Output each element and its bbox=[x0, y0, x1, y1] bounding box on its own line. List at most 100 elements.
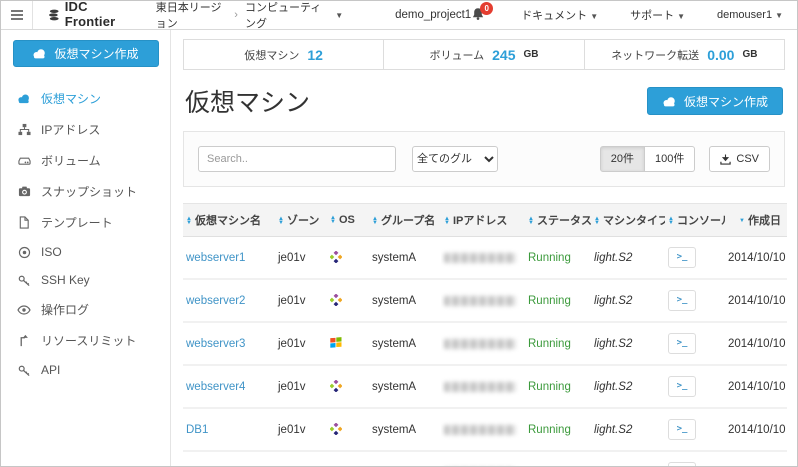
os-cell bbox=[327, 236, 369, 280]
table-row: DB2je01v systemARunninglight.S2>_2014/10… bbox=[183, 451, 787, 466]
machine-type-cell: light.S2 bbox=[591, 408, 665, 452]
console-button[interactable]: >_ bbox=[668, 333, 696, 354]
console-button[interactable]: >_ bbox=[668, 462, 696, 466]
hamburger-menu-icon[interactable] bbox=[1, 1, 34, 29]
status-cell: Running bbox=[525, 365, 591, 409]
breadcrumb-section[interactable]: コンピューティング bbox=[245, 1, 325, 31]
sidebar: 仮想マシン作成 仮想マシン IPアドレス ボリューム スナップショット テンプレ… bbox=[1, 30, 171, 466]
console-cell: >_ bbox=[665, 408, 725, 452]
chevron-down-icon: ▼ bbox=[775, 11, 783, 20]
console-button[interactable]: >_ bbox=[668, 419, 696, 440]
console-button[interactable]: >_ bbox=[668, 290, 696, 311]
project-name[interactable]: demo_project1 bbox=[395, 9, 471, 21]
table-row: webserver4 je01v systemA Running light.S2 >_… bbox=[183, 365, 787, 409]
menu-support[interactable]: サポート ▼ bbox=[630, 7, 685, 23]
download-icon bbox=[720, 153, 732, 165]
usage-stats-bar: 仮想マシン 12 ボリューム 245 GB ネットワーク転送 0.00 GB bbox=[183, 39, 785, 70]
status-cell: Running bbox=[525, 451, 591, 466]
status-cell: Running bbox=[525, 408, 591, 452]
page-title: 仮想マシン bbox=[185, 89, 311, 117]
chevron-down-icon: ▼ bbox=[677, 12, 686, 21]
page-size-100-button[interactable]: 100件 bbox=[645, 146, 696, 172]
zone-cell: je01v bbox=[275, 451, 327, 466]
ip-address-redacted bbox=[444, 295, 516, 306]
created-date-cell: 2014/10/08 bbox=[725, 451, 787, 466]
sort-desc-icon: ▼ bbox=[739, 217, 745, 224]
vm-table-body: webserver1 je01v systemA Running light.S2 >_… bbox=[183, 236, 787, 466]
csv-download-button[interactable]: CSV bbox=[709, 146, 770, 172]
group-cell: systemA bbox=[369, 365, 441, 409]
windows-logo-icon bbox=[330, 337, 342, 349]
stat-volumes: ボリューム 245 GB bbox=[383, 40, 583, 69]
vm-name-link[interactable]: webserver4 bbox=[186, 381, 245, 393]
notification-badge: 0 bbox=[480, 1, 494, 15]
table-header-row: ▲ ▼ 仮想マシン名 ▲ ▼ ゾーン ▲ ▼ OS ▲ ▼ グループ名 ▲ ▼ IPアドレス ▲ ▼ ス… bbox=[183, 203, 787, 237]
console-button[interactable]: >_ bbox=[668, 247, 696, 268]
sidebar-item-volumes[interactable]: ボリューム bbox=[1, 145, 170, 176]
menu-documents[interactable]: ドキュメント ▼ bbox=[521, 7, 598, 23]
menu-user[interactable]: demouser1 ▼ bbox=[717, 9, 783, 21]
column-header-console[interactable]: ▲▼コンソール bbox=[665, 203, 725, 237]
group-filter-select[interactable]: 全てのグル bbox=[412, 146, 498, 172]
sort-icon: ▲ ▼ bbox=[278, 215, 284, 227]
sidebar-item-ssh-key[interactable]: SSH Key bbox=[1, 266, 170, 294]
create-vm-button[interactable]: 仮想マシン作成 bbox=[646, 87, 783, 115]
sort-icon: ▲ ▼ bbox=[444, 215, 450, 227]
column-header-group[interactable]: ▲ ▼ グループ名 bbox=[369, 203, 441, 237]
created-date-cell: 2014/10/10 bbox=[725, 236, 787, 280]
machine-type-cell: light.S2 bbox=[591, 365, 665, 409]
main-content: 仮想マシン 12 ボリューム 245 GB ネットワーク転送 0.00 GB 仮… bbox=[171, 30, 797, 466]
centos-logo-icon bbox=[330, 251, 342, 264]
vm-name-link[interactable]: webserver2 bbox=[186, 295, 245, 307]
breadcrumb-region[interactable]: 東日本リージョン bbox=[156, 1, 228, 31]
page-size-20-button[interactable]: 20件 bbox=[599, 146, 646, 172]
top-navbar: IDC Frontier 東日本リージョン › コンピューティング ▼ demo… bbox=[1, 1, 797, 31]
column-header-status[interactable]: ▲ ▼ ステータス bbox=[525, 203, 591, 237]
filter-panel: 全てのグル 20件 100件 CSV bbox=[183, 131, 785, 187]
status-cell: Running bbox=[525, 279, 591, 323]
stat-network-transfer: ネットワーク転送 0.00 GB bbox=[583, 40, 784, 69]
sidebar-item-operation-log[interactable]: 操作ログ bbox=[1, 294, 170, 325]
console-cell: >_ bbox=[665, 365, 725, 409]
zone-cell: je01v bbox=[275, 408, 327, 452]
column-header-ip[interactable]: ▲ ▼ IPアドレス bbox=[441, 203, 525, 237]
column-header-zone[interactable]: ▲ ▼ ゾーン bbox=[275, 203, 327, 237]
notifications-button[interactable]: 0 bbox=[471, 1, 494, 24]
table-row: DB1 je01v systemA Running light.S2 >_ 2014/10… bbox=[183, 408, 787, 452]
sort-icon: ▲ ▼ bbox=[528, 215, 534, 227]
zone-cell: je01v bbox=[275, 322, 327, 366]
vm-name-link[interactable]: DB1 bbox=[186, 424, 208, 436]
column-header-os[interactable]: ▲ ▼ OS bbox=[327, 203, 369, 237]
sidebar-item-api[interactable]: API bbox=[1, 356, 170, 384]
column-header-machine-type[interactable]: ▲ ▼ マシンタイプ bbox=[591, 203, 665, 237]
created-date-cell: 2014/10/10 bbox=[725, 322, 787, 366]
idc-frontier-logo[interactable]: IDC Frontier bbox=[47, 1, 130, 31]
column-header-created[interactable]: ▼ 作成日 bbox=[725, 203, 787, 237]
machine-type-cell: light.S2 bbox=[591, 236, 665, 280]
vm-name-link[interactable]: webserver3 bbox=[186, 338, 245, 350]
column-header-vm-name[interactable]: ▲ ▼ 仮想マシン名 bbox=[183, 203, 275, 237]
group-cell: systemA bbox=[369, 408, 441, 452]
file-icon bbox=[17, 216, 31, 229]
sidebar-item-ip-addresses[interactable]: IPアドレス bbox=[1, 114, 170, 145]
sidebar-item-resource-limit[interactable]: リソースリミット bbox=[1, 325, 170, 356]
cloud-icon bbox=[663, 96, 675, 106]
console-button[interactable]: >_ bbox=[668, 376, 696, 397]
group-cell: systemA bbox=[369, 236, 441, 280]
console-cell: >_ bbox=[665, 322, 725, 366]
eye-icon bbox=[17, 304, 31, 315]
search-input[interactable] bbox=[198, 146, 396, 172]
centos-logo-icon bbox=[330, 294, 342, 307]
sidebar-item-iso[interactable]: ISO bbox=[1, 238, 170, 266]
vm-name-link[interactable]: webserver1 bbox=[186, 252, 245, 264]
sidebar-item-snapshots[interactable]: スナップショット bbox=[1, 176, 170, 207]
created-date-cell: 2014/10/10 bbox=[725, 408, 787, 452]
sidebar-item-virtual-machines[interactable]: 仮想マシン bbox=[1, 83, 170, 114]
stat-virtual-machines: 仮想マシン 12 bbox=[244, 46, 323, 63]
key-icon bbox=[17, 364, 31, 377]
create-vm-button-sidebar[interactable]: 仮想マシン作成 bbox=[12, 40, 159, 67]
sidebar-item-templates[interactable]: テンプレート bbox=[1, 207, 170, 238]
hdd-icon bbox=[17, 154, 31, 167]
machine-type-cell: light.S2 bbox=[591, 451, 665, 466]
status-cell: Running bbox=[525, 322, 591, 366]
